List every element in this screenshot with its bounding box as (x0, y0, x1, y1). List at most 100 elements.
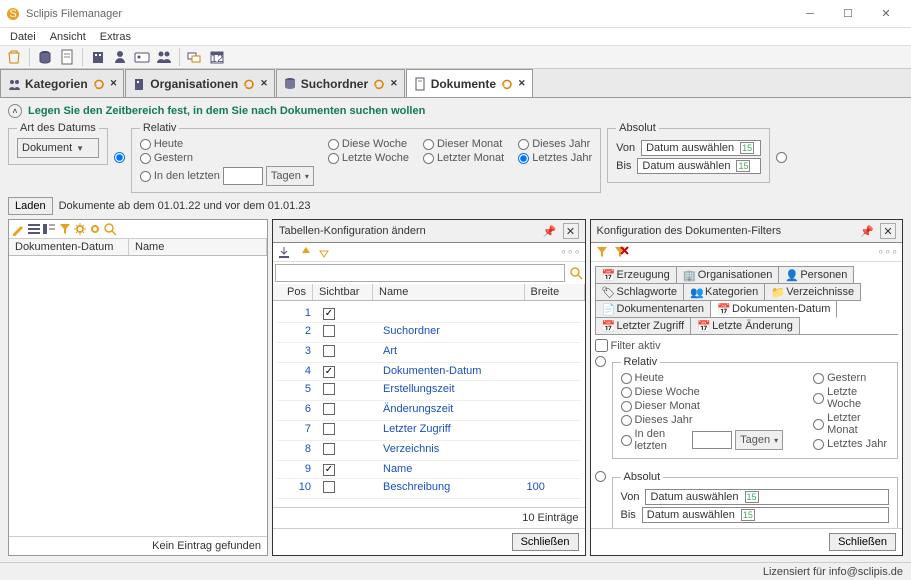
radio-diesewoche[interactable] (328, 139, 339, 150)
close-icon[interactable]: ✕ (110, 78, 118, 89)
person-icon[interactable] (110, 47, 130, 67)
close-icon[interactable]: ✕ (518, 78, 526, 89)
f-radio-heute[interactable] (621, 373, 632, 384)
refresh-icon[interactable] (242, 77, 256, 91)
ftab-letzteaenderung[interactable]: 📅Letzte Änderung (690, 317, 800, 335)
f-radio-letztesjahr[interactable] (813, 439, 824, 450)
refresh-icon[interactable] (372, 77, 386, 91)
document-icon[interactable] (57, 47, 77, 67)
table-row[interactable]: 8 Verzeichnis (277, 441, 581, 461)
table-row[interactable]: 9 Name (277, 461, 581, 479)
visible-checkbox[interactable] (323, 345, 335, 357)
gear-icon[interactable] (73, 222, 87, 236)
persons-icon[interactable] (154, 47, 174, 67)
table-row[interactable]: 3 Art (277, 343, 581, 363)
date-type-combo[interactable]: Dokument ▼ (17, 138, 99, 158)
menu-datei[interactable]: Datei (4, 30, 42, 44)
ftab-org[interactable]: 🏢Organisationen (676, 266, 780, 284)
col-name[interactable]: Name (129, 239, 267, 255)
filter-aktiv-checkbox[interactable] (595, 339, 608, 352)
tag-copy-icon[interactable] (185, 47, 205, 67)
visible-checkbox[interactable] (323, 481, 335, 493)
minimize-button[interactable]: ─ (791, 0, 829, 27)
funnel-icon[interactable] (58, 222, 72, 236)
refresh-icon[interactable] (92, 77, 106, 91)
ftab-personen[interactable]: 👤Personen (778, 266, 854, 284)
funnel-clear-icon[interactable] (613, 245, 629, 259)
th-sichtbar[interactable]: Sichtbar (313, 284, 373, 300)
inletzten-input[interactable] (223, 167, 263, 185)
mode-relativ-radio[interactable] (114, 152, 125, 163)
menu-extras[interactable]: Extras (94, 30, 137, 44)
tab-kategorien[interactable]: Kategorien ✕ (0, 69, 124, 97)
radio-diesermonat[interactable] (423, 139, 434, 150)
visible-checkbox[interactable] (323, 403, 335, 415)
table-row[interactable]: 5 Erstellungszeit (277, 381, 581, 401)
up-icon[interactable] (299, 245, 313, 259)
ftab-letzterzugriff[interactable]: 📅Letzter Zugriff (595, 317, 692, 335)
table-row[interactable]: 2 Suchordner (277, 323, 581, 343)
visible-checkbox[interactable] (323, 443, 335, 455)
th-name[interactable]: Name (373, 284, 525, 300)
grip-icon[interactable]: ∘∘∘ (560, 245, 581, 259)
close-icon[interactable]: ✕ (260, 78, 268, 89)
ftab-dokumentenarten[interactable]: 📄Dokumentenarten (595, 300, 711, 318)
close-button[interactable]: Schließen (512, 533, 579, 551)
down-icon[interactable] (317, 245, 331, 259)
table-row[interactable]: 7 Letzter Zugriff (277, 421, 581, 441)
pin-icon[interactable]: 📌 (543, 225, 557, 238)
list-icon[interactable] (27, 222, 41, 236)
fmode-absolut-radio[interactable] (595, 471, 606, 482)
detail-icon[interactable] (42, 222, 56, 236)
visible-checkbox[interactable] (323, 383, 335, 395)
expander-toggle[interactable]: ˄ (8, 104, 22, 118)
f-radio-diesewoche[interactable] (621, 387, 632, 398)
maximize-button[interactable]: ☐ (829, 0, 867, 27)
f-tagen-combo[interactable]: Tagen▾ (735, 430, 783, 450)
refresh-icon[interactable] (500, 77, 514, 91)
tab-dokumente[interactable]: Dokumente ✕ (406, 69, 533, 97)
table-row[interactable]: 4 Dokumenten-Datum (277, 363, 581, 381)
von-datepicker[interactable]: Datum auswählen15 (641, 140, 761, 156)
ftab-dokdatum[interactable]: 📅Dokumenten-Datum (710, 300, 837, 318)
ftab-erzeugung[interactable]: 📅Erzeugung (595, 266, 677, 284)
dialog-close-icon[interactable]: ✕ (880, 223, 896, 239)
database-icon[interactable] (35, 47, 55, 67)
visible-checkbox[interactable] (323, 366, 335, 378)
tab-suchordner[interactable]: Suchordner ✕ (276, 69, 405, 97)
mode-absolut-radio[interactable] (776, 152, 787, 163)
visible-checkbox[interactable] (323, 464, 335, 476)
fmode-relativ-radio[interactable] (595, 356, 606, 367)
col-date[interactable]: Dokumenten-Datum (9, 239, 129, 255)
tab-organisationen[interactable]: Organisationen ✕ (125, 69, 275, 97)
dialog-close-icon[interactable]: ✕ (563, 223, 579, 239)
table-row[interactable]: 10 Beschreibung 100 (277, 479, 581, 499)
import-icon[interactable] (277, 245, 291, 259)
edit-icon[interactable] (11, 222, 25, 236)
th-breite[interactable]: Breite (525, 284, 585, 300)
f-radio-letztewoche[interactable] (813, 393, 824, 404)
visible-checkbox[interactable] (323, 423, 335, 435)
f-radio-inletzten[interactable] (621, 435, 632, 446)
load-button[interactable]: Laden (8, 197, 53, 215)
radio-gestern[interactable] (140, 153, 151, 164)
org-icon[interactable] (88, 47, 108, 67)
f-radio-diesermonat[interactable] (621, 401, 632, 412)
gear2-icon[interactable] (88, 222, 102, 236)
pin-icon[interactable]: 📌 (860, 225, 874, 238)
radio-diesesjahr[interactable] (518, 139, 529, 150)
f-inletzten-input[interactable] (692, 431, 732, 449)
search-icon[interactable] (103, 222, 117, 236)
radio-heute[interactable] (140, 139, 151, 150)
f-von-datepicker[interactable]: Datum auswählen15 (645, 489, 889, 505)
tagen-combo[interactable]: Tagen▾ (266, 166, 314, 186)
search-icon[interactable] (569, 266, 583, 280)
trash-icon[interactable] (4, 47, 24, 67)
radio-letztermonat[interactable] (423, 153, 434, 164)
close-window-button[interactable]: ✕ (867, 0, 905, 27)
radio-inletzten[interactable] (140, 171, 151, 182)
funnel-icon[interactable] (595, 245, 609, 259)
ftab-kategorien[interactable]: 👥Kategorien (683, 283, 765, 301)
th-pos[interactable]: Pos (273, 284, 313, 300)
radio-letztesjahr[interactable] (518, 153, 529, 164)
